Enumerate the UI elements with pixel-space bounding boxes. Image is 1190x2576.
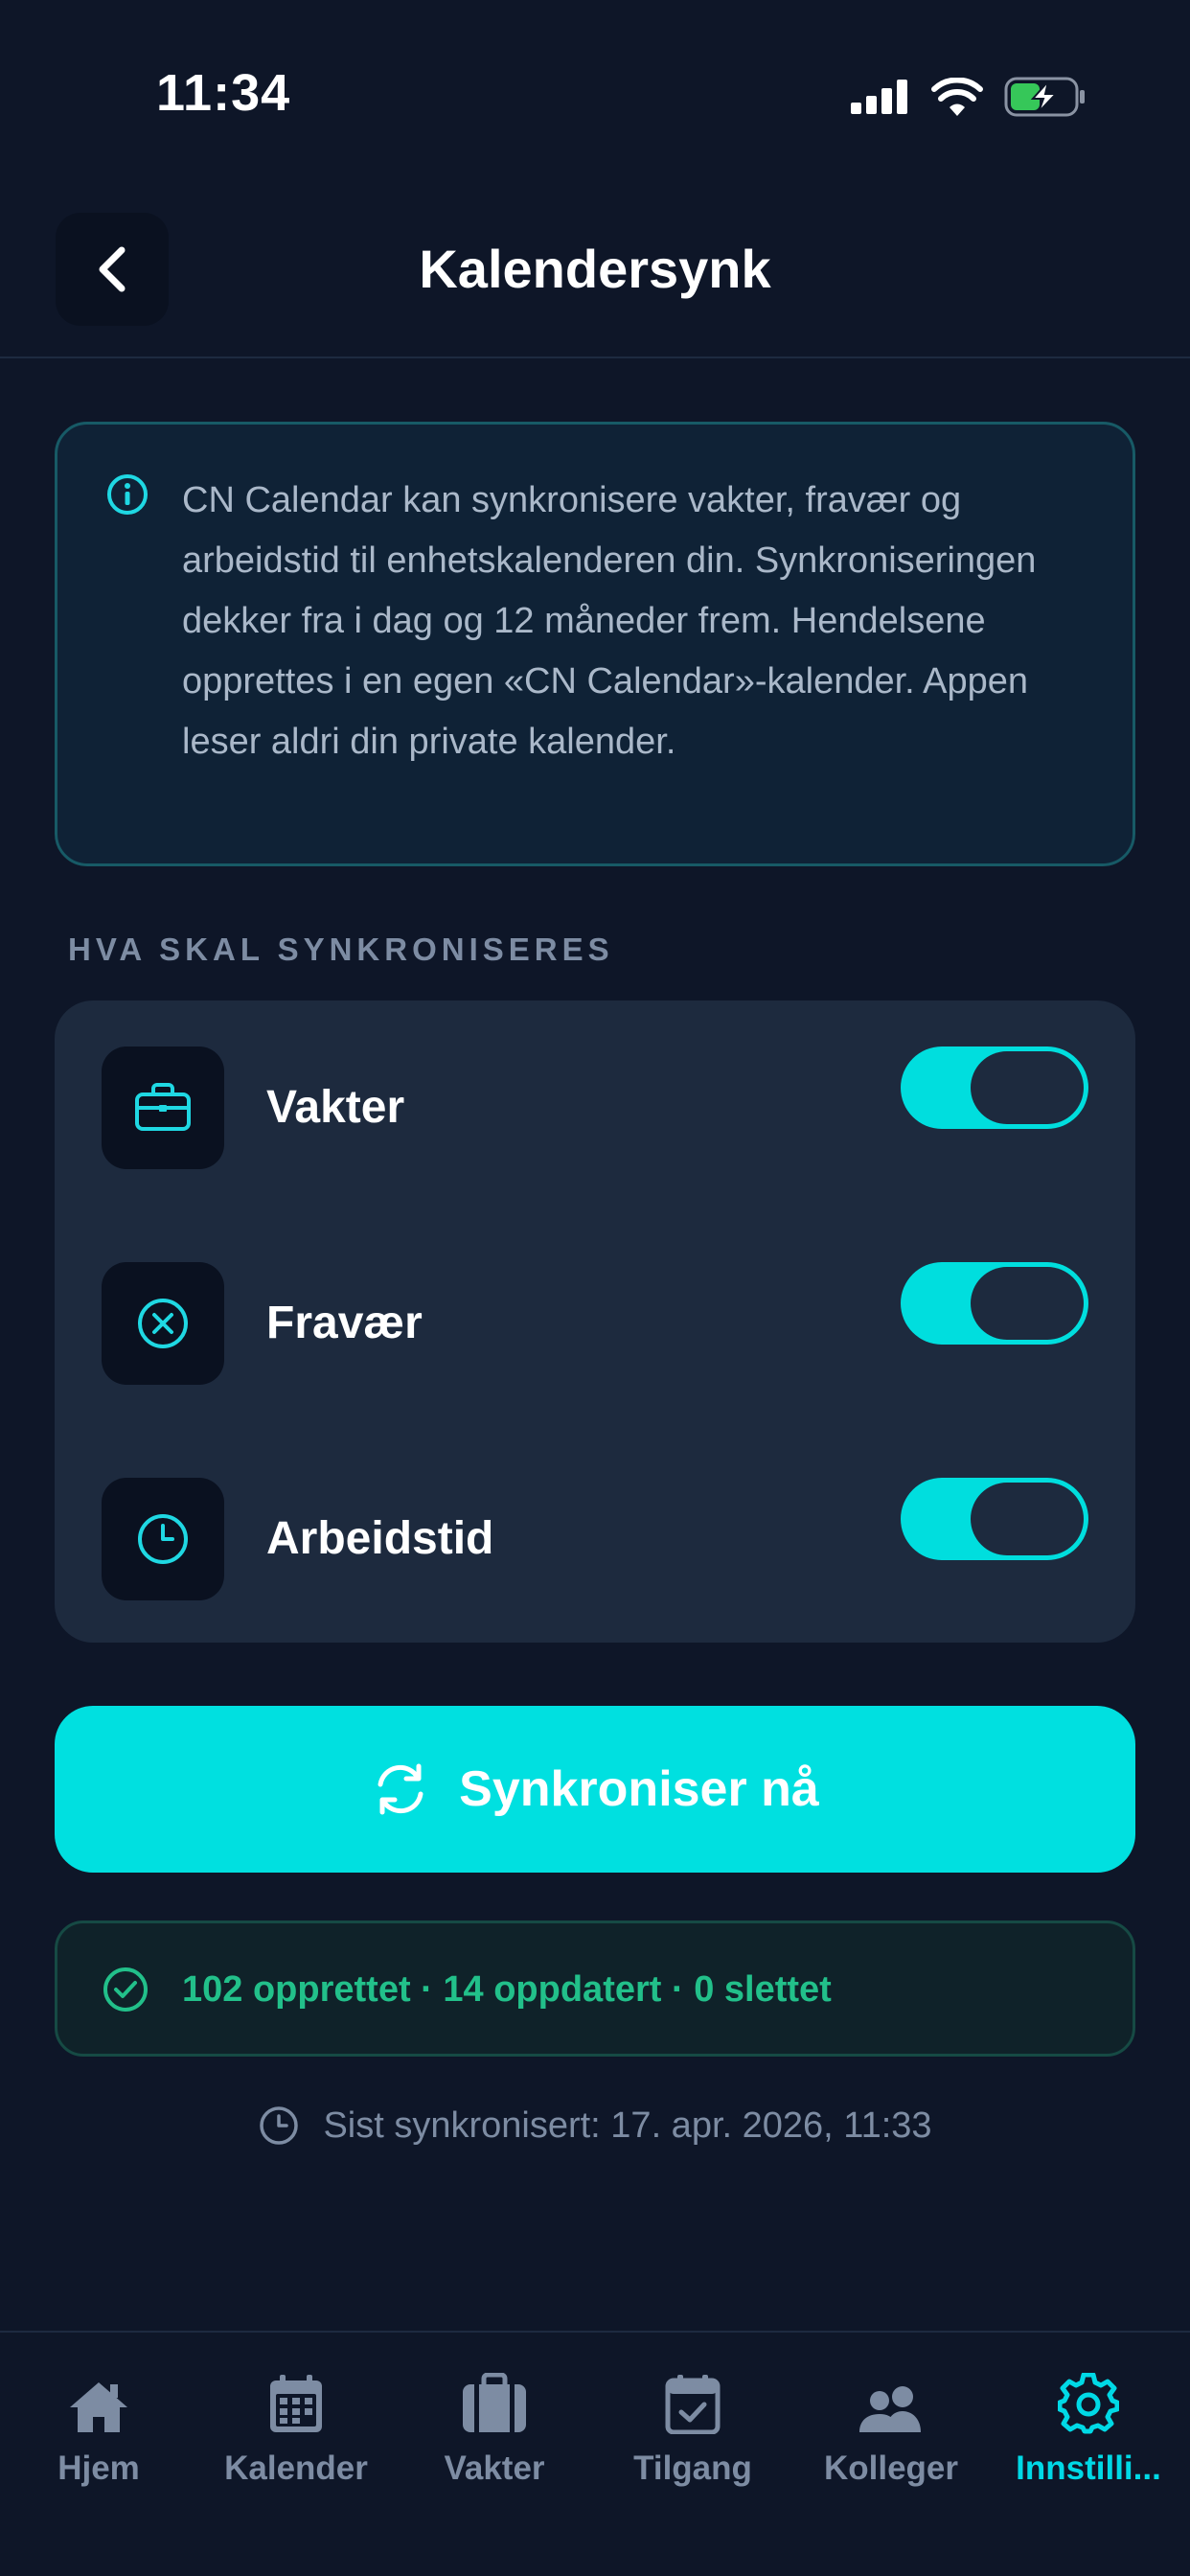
sync-now-label: Synkroniser nå (459, 1761, 819, 1817)
status-bar: 11:34 (0, 0, 1190, 192)
info-icon (107, 474, 148, 515)
calendar-icon (270, 2375, 322, 2432)
option-label: Vakter (266, 1082, 405, 1133)
tab-label: Kalender (224, 2450, 368, 2487)
refresh-icon (378, 1763, 423, 1815)
tab-innstillinger[interactable]: Innstilli... (993, 2361, 1184, 2488)
tab-label: Innstilli... (1016, 2450, 1161, 2487)
tab-vakter[interactable]: Vakter (399, 2361, 590, 2488)
option-row-vakter: Vakter (55, 1046, 1135, 1171)
option-label: Fravær (266, 1298, 423, 1348)
toggle-arbeidstid[interactable] (901, 1478, 1088, 1560)
check-circle-icon (103, 1967, 148, 2012)
option-label: Arbeidstid (266, 1513, 494, 1564)
sync-result-card: 102 opprettet · 14 oppdatert · 0 slettet (55, 1920, 1135, 2057)
tab-hjem[interactable]: Hjem (3, 2361, 195, 2488)
tab-tilgang[interactable]: Tilgang (597, 2361, 789, 2488)
home-icon (70, 2382, 127, 2432)
tab-kalender[interactable]: Kalender (200, 2361, 392, 2488)
toggle-knob (971, 1051, 1084, 1124)
status-time: 11:34 (156, 64, 291, 122)
battery-charging-icon (1004, 77, 1085, 117)
tab-label: Hjem (57, 2450, 140, 2487)
toggle-knob (971, 1267, 1084, 1340)
tab-label: Kolleger (823, 2450, 959, 2487)
sync-result-text: 102 opprettet · 14 oppdatert · 0 slettet (182, 1969, 832, 2010)
x-circle-icon (138, 1299, 188, 1348)
option-row-fravaer: Fravær (55, 1262, 1135, 1387)
suitcase-icon (463, 2373, 526, 2432)
sync-options-card: Vakter Fravær Arbeidstid (55, 1000, 1135, 1643)
nav-header: Kalendersynk (0, 211, 1190, 358)
briefcase-icon (135, 1083, 191, 1131)
option-icon-box (102, 1478, 224, 1600)
calendar-check-icon (665, 2375, 721, 2434)
toggle-vakter[interactable] (901, 1046, 1088, 1129)
info-card: CN Calendar kan synkronisere vakter, fra… (55, 422, 1135, 866)
section-label: HVA SKAL SYNKRONISERES (68, 932, 614, 967)
last-synced-text: Sist synkronisert: 17. apr. 2026, 11:33 (323, 2104, 932, 2146)
option-icon-box (102, 1262, 224, 1385)
tab-kolleger[interactable]: Kolleger (795, 2361, 987, 2488)
page-title: Kalendersynk (419, 239, 771, 299)
tab-bar: Hjem Kalender Vakter Tilgang Kolleger In… (0, 2331, 1190, 2576)
clock-icon (260, 2106, 299, 2145)
tab-label: Tilgang (633, 2450, 752, 2487)
screen: 11:34 Kalendersynk CN Calendar kan synkr… (0, 0, 1190, 2576)
status-icons (851, 77, 1087, 117)
signal-icon (851, 80, 907, 114)
option-row-arbeidstid: Arbeidstid (55, 1478, 1135, 1602)
gear-icon (1058, 2373, 1119, 2434)
info-text: CN Calendar kan synkronisere vakter, fra… (182, 480, 1037, 762)
people-icon (859, 2386, 921, 2432)
sync-now-button[interactable]: Synkroniser nå (55, 1706, 1135, 1873)
toggle-knob (971, 1483, 1084, 1555)
option-icon-box (102, 1046, 224, 1169)
last-synced: Sist synkronisert: 17. apr. 2026, 11:33 (0, 2104, 1190, 2147)
tab-label: Vakter (444, 2450, 545, 2487)
toggle-fravaer[interactable] (901, 1262, 1088, 1345)
clock-icon (138, 1514, 188, 1564)
wifi-icon (931, 78, 983, 116)
